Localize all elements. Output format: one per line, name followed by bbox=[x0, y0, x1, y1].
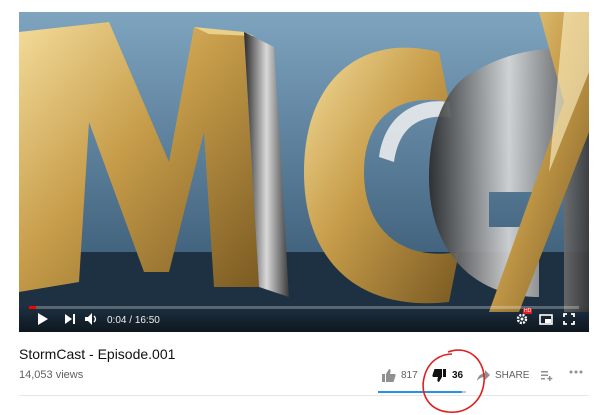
thumbs-down-icon bbox=[432, 369, 446, 382]
settings-hd-icon[interactable]: HD bbox=[515, 308, 533, 327]
dislike-button[interactable]: 36 bbox=[432, 369, 463, 382]
time-display: 0:04 / 16:50 bbox=[107, 312, 160, 328]
share-icon bbox=[477, 370, 490, 381]
fullscreen-icon[interactable] bbox=[563, 311, 575, 327]
divider bbox=[19, 395, 589, 396]
like-dislike-ratio-bar bbox=[378, 391, 466, 393]
like-button[interactable]: 817 bbox=[382, 369, 418, 382]
more-icon bbox=[569, 370, 583, 374]
thumbs-up-icon bbox=[382, 369, 396, 382]
miniplayer-icon[interactable] bbox=[539, 311, 553, 327]
volume-icon[interactable] bbox=[85, 311, 98, 327]
video-title: StormCast - Episode.001 bbox=[19, 346, 176, 362]
like-count: 817 bbox=[401, 370, 418, 381]
share-label: SHARE bbox=[495, 370, 530, 381]
save-to-playlist-button[interactable] bbox=[541, 370, 553, 381]
share-button[interactable]: SHARE bbox=[477, 370, 529, 381]
time-current: 0:04 bbox=[107, 314, 127, 326]
like-ratio-fill bbox=[378, 391, 463, 393]
video-player[interactable]: 0:04 / 16:50 HD bbox=[19, 12, 589, 332]
time-total: 16:50 bbox=[134, 314, 160, 326]
time-separator: / bbox=[126, 314, 135, 326]
more-actions-button[interactable] bbox=[569, 370, 583, 374]
dislike-count: 36 bbox=[452, 370, 464, 381]
player-controls: 0:04 / 16:50 HD bbox=[19, 306, 589, 332]
view-count: 14,053 views bbox=[19, 369, 84, 381]
playlist-add-icon bbox=[541, 371, 553, 381]
play-icon[interactable] bbox=[37, 311, 49, 327]
hd-badge: HD bbox=[523, 308, 533, 314]
video-frame[interactable] bbox=[19, 12, 589, 332]
next-icon[interactable] bbox=[64, 311, 76, 327]
